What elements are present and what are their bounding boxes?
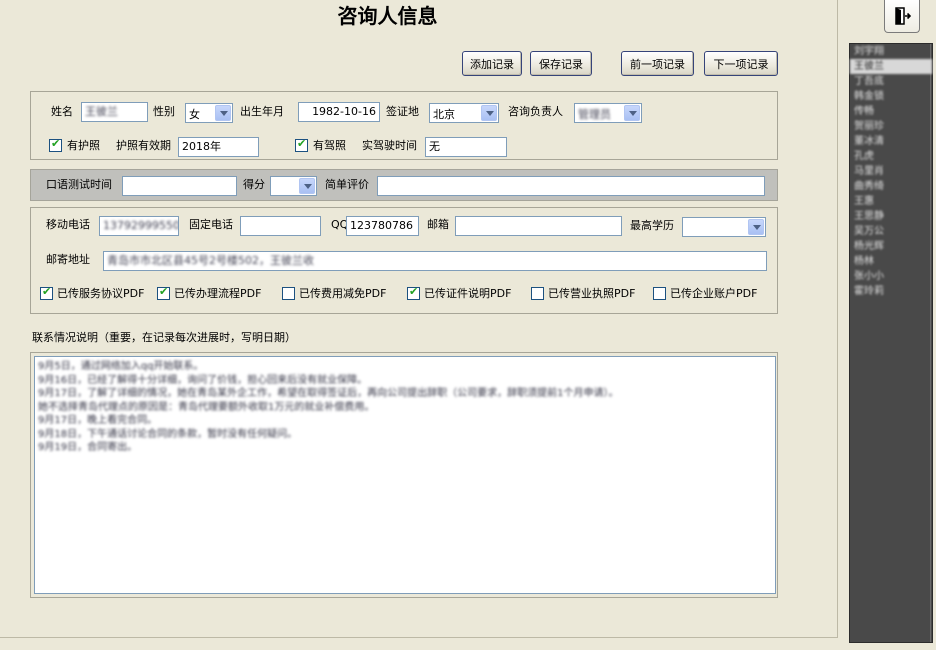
notes-line: 她不选择青岛代理点的原因是：青岛代理要额外收取1万元的就业补偿费用。 (38, 401, 375, 413)
eval-input[interactable] (377, 176, 765, 196)
name-value: 王彼兰 (85, 105, 118, 118)
list-item[interactable]: 孔虎 (850, 149, 932, 164)
upload-checkbox-id[interactable] (407, 285, 420, 300)
passport-expiry-input[interactable]: 2018年 (178, 137, 259, 157)
list-item[interactable]: 霍玲莉 (850, 284, 932, 299)
notes-line: 9月16日，已经了解得十分详细，询问了价钱，担心回来后没有就业保障。 (38, 374, 368, 386)
birth-label: 出生年月 (240, 105, 284, 118)
list-item[interactable]: 张小小 (850, 269, 932, 284)
chevron-down-icon[interactable] (215, 105, 231, 121)
upload-label-process: 已传办理流程PDF (174, 287, 262, 300)
list-item[interactable]: 吴万公 (850, 224, 932, 239)
upload-label-id: 已传证件说明PDF (424, 287, 512, 300)
passport-expiry-label: 护照有效期 (116, 139, 171, 152)
notes-line: 9月18日，下午通话讨论合同的条款，暂时没有任何疑问。 (38, 428, 298, 440)
upload-checkbox-service[interactable] (40, 285, 53, 300)
upload-label-fee: 已传费用减免PDF (299, 287, 387, 300)
address-label: 邮寄地址 (46, 253, 90, 266)
address-input[interactable]: 青岛市市北区县45号2号楼502，王彼兰收 (103, 251, 767, 271)
list-item[interactable]: 杨林 (850, 254, 932, 269)
mobile-label: 移动电话 (46, 218, 90, 231)
list-item[interactable]: 传畅 (850, 104, 932, 119)
notes-label: 联系情况说明（重要，在记录每次进展时，写明日期） (32, 331, 296, 344)
list-item[interactable]: 王思静 (850, 209, 932, 224)
passport-checkbox[interactable] (49, 137, 62, 152)
chevron-down-icon[interactable] (624, 105, 640, 121)
mobile-value: 13792999550 (103, 219, 179, 232)
visa-label: 签证地 (386, 105, 419, 118)
prev-record-button[interactable]: 前一项记录 (621, 51, 694, 76)
oral-time-label: 口语测试时间 (46, 178, 112, 191)
gender-select[interactable]: 女 (185, 103, 233, 123)
gender-value: 女 (189, 108, 200, 121)
email-input[interactable] (455, 216, 622, 236)
list-item[interactable]: 董冰清 (850, 134, 932, 149)
driving-time-label: 实驾驶时间 (362, 139, 417, 152)
gender-label: 性别 (153, 105, 175, 118)
upload-label-license: 已传营业执照PDF (548, 287, 636, 300)
page-title: 咨询人信息 (337, 4, 438, 28)
upload-checkbox-account[interactable] (653, 287, 666, 300)
name-label: 姓名 (51, 105, 73, 118)
education-label: 最高学历 (630, 219, 674, 232)
upload-checkbox-process[interactable] (157, 285, 170, 300)
chevron-down-icon[interactable] (748, 219, 764, 235)
visa-value: 北京 (433, 108, 455, 121)
upload-label-account: 已传企业账户PDF (670, 287, 758, 300)
score-select[interactable] (270, 176, 317, 196)
notes-textarea[interactable]: 9月5日，通过网络加入qq开始联系。 9月16日，已经了解得十分详细，询问了价钱… (34, 356, 776, 594)
list-item[interactable]: 丁吾底 (850, 74, 932, 89)
notes-line: 9月19日，合同寄出。 (38, 442, 138, 453)
upload-label-service: 已传服务协议PDF (57, 287, 145, 300)
list-item[interactable]: 曲秀绮 (850, 179, 932, 194)
upload-checkbox-fee[interactable] (282, 287, 295, 300)
list-item[interactable]: 杨光辉 (850, 239, 932, 254)
list-item[interactable]: 马里肖 (850, 164, 932, 179)
list-item[interactable]: 王彼兰 (850, 59, 932, 74)
notes-line: 9月5日，通过网络加入qq开始联系。 (38, 361, 204, 372)
license-checkbox[interactable] (295, 137, 308, 152)
add-record-button[interactable]: 添加记录 (462, 51, 522, 76)
next-record-button[interactable]: 下一项记录 (704, 51, 778, 76)
birth-input[interactable]: 1982-10-16 (298, 102, 380, 122)
upload-checkbox-license[interactable] (531, 287, 544, 300)
address-value: 青岛市市北区县45号2号楼502，王彼兰收 (107, 254, 314, 267)
visa-select[interactable]: 北京 (429, 103, 499, 123)
notes-line: 9月17日，晚上看完合同。 (38, 415, 158, 426)
phone-label: 固定电话 (189, 218, 233, 231)
exit-door-icon (895, 7, 911, 25)
advisor-select[interactable]: 管理员 (574, 103, 642, 123)
list-item[interactable]: 王惠 (850, 194, 932, 209)
phone-input[interactable] (240, 216, 321, 236)
driving-time-input[interactable]: 无 (425, 137, 507, 157)
chevron-down-icon[interactable] (299, 178, 315, 194)
exit-button[interactable] (884, 0, 920, 33)
record-list[interactable]: 刘宇翔 王彼兰 丁吾底 韩金锁 传畅 贺丽珍 董冰清 孔虎 马里肖 曲秀绮 王惠… (849, 43, 933, 643)
eval-label: 简单评价 (325, 178, 369, 191)
list-item[interactable]: 刘宇翔 (850, 44, 932, 59)
list-item[interactable]: 贺丽珍 (850, 119, 932, 134)
list-item[interactable]: 韩金锁 (850, 89, 932, 104)
advisor-value: 管理员 (578, 108, 611, 121)
name-input[interactable]: 王彼兰 (81, 102, 148, 122)
main-form: 咨询人信息 添加记录 保存记录 前一项记录 下一项记录 姓名 王彼兰 性别 女 … (0, 0, 838, 638)
chevron-down-icon[interactable] (481, 105, 497, 121)
score-label: 得分 (243, 178, 265, 191)
qq-input[interactable]: 123780786 (346, 216, 419, 236)
education-select[interactable] (682, 217, 766, 237)
email-label: 邮箱 (427, 218, 449, 231)
notes-line: 9月17日，了解了详细的情况，她在青岛某外企工作，希望在取得签证后，再向公司提出… (38, 388, 619, 399)
mobile-input[interactable]: 13792999550 (99, 216, 179, 236)
license-label: 有驾照 (313, 139, 346, 152)
save-record-button[interactable]: 保存记录 (530, 51, 592, 76)
oral-time-input[interactable] (122, 176, 237, 196)
advisor-label: 咨询负责人 (508, 105, 563, 118)
passport-label: 有护照 (67, 139, 100, 152)
